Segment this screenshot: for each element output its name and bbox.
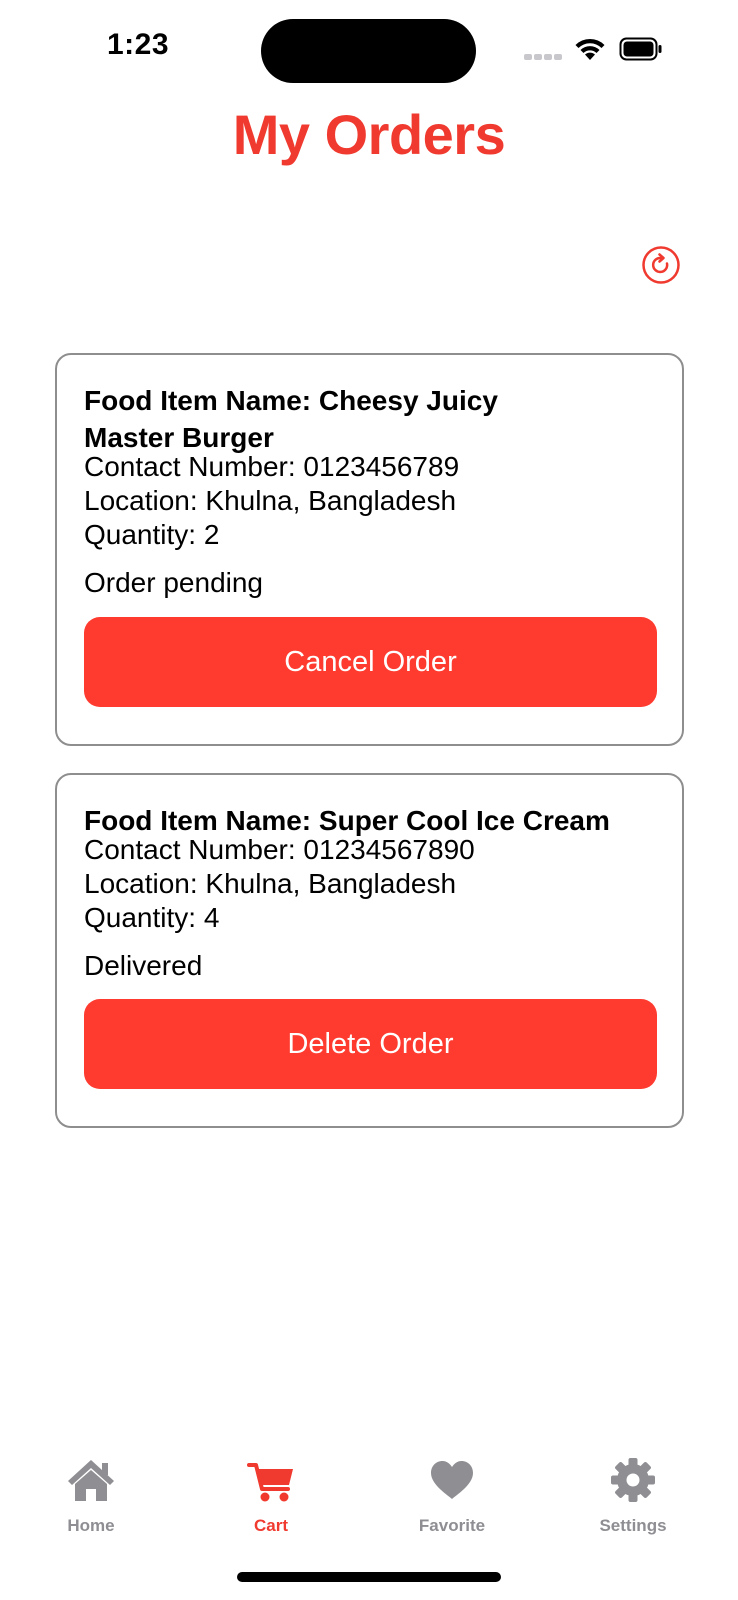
tab-label: Home [67,1516,115,1535]
tab-label: Favorite [418,1516,486,1535]
house-icon [68,1460,114,1501]
food-item-name: Food Item Name: Cheesy Juicy Master Burg… [84,385,498,453]
refresh-icon [642,246,680,284]
status-bar: 1:23 [0,0,738,100]
order-quantity: Quantity: 4 [84,902,220,933]
order-status: Delivered [84,950,203,981]
heart-icon [431,1461,473,1499]
tab-bar: Home Cart Favorite Settings [0,1455,738,1565]
contact-number: Contact Number: 0123456789 [84,451,460,482]
refresh-button[interactable] [641,245,681,285]
wifi-icon [575,38,605,60]
tab-home[interactable]: Home [31,1455,151,1545]
tab-label: Cart [253,1516,288,1535]
tab-settings[interactable]: Settings [573,1455,693,1545]
order-location: Location: Khulna, Bangladesh [84,485,457,516]
tab-cart[interactable]: Cart [211,1455,331,1545]
tab-favorite[interactable]: Favorite [392,1455,512,1545]
cart-icon [247,1463,293,1502]
order-card: Food Item Name: Cheesy Juicy Master Burg… [55,353,684,746]
cancel-order-button[interactable]: Cancel Order [84,617,657,707]
page-title: My Orders [232,103,506,166]
tab-label: Settings [599,1516,667,1535]
order-status: Order pending [84,567,264,598]
battery-icon [619,37,662,61]
dynamic-island [261,19,476,83]
order-quantity: Quantity: 2 [84,519,220,550]
order-card: Food Item Name: Super Cool Ice Cream Con… [55,773,684,1128]
status-time: 1:23 [107,28,170,61]
order-location: Location: Khulna, Bangladesh [84,868,457,899]
home-indicator [237,1572,501,1582]
delete-order-button[interactable]: Delete Order [84,999,657,1089]
gear-icon [611,1458,655,1502]
cellular-signal-icon [524,54,562,60]
contact-number: Contact Number: 01234567890 [84,834,475,865]
